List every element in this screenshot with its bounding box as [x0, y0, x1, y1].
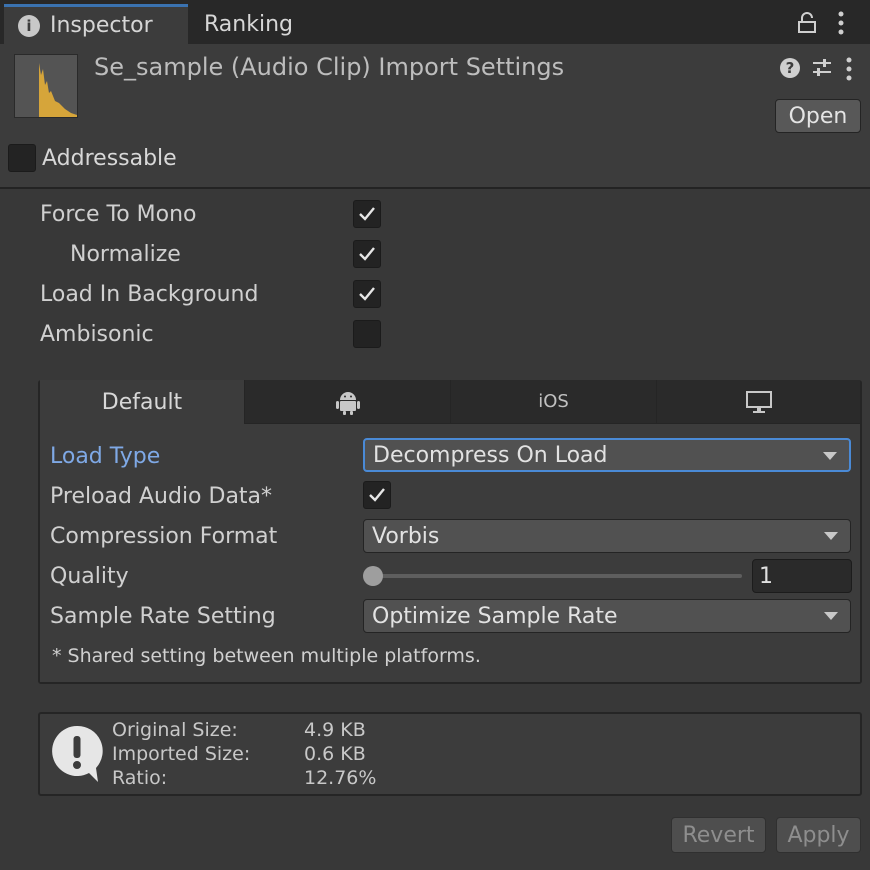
presets-icon[interactable] — [811, 57, 833, 84]
page-title: Se_sample (Audio Clip) Import Settings — [94, 53, 565, 81]
compression-format-dropdown[interactable]: Vorbis — [363, 519, 851, 553]
android-icon — [335, 391, 360, 415]
tab-inspector-label: Inspector — [50, 13, 153, 38]
original-size-value: 4.9 KB — [304, 719, 366, 741]
help-icon[interactable]: ? — [779, 57, 801, 84]
platform-tab-default-label: Default — [101, 389, 183, 415]
chevron-down-icon — [824, 532, 838, 540]
checkmark-icon — [369, 488, 385, 502]
imported-size-value: 0.6 KB — [304, 743, 366, 765]
platform-tab-ios-label: iOS — [538, 391, 569, 412]
chevron-down-icon — [823, 452, 837, 460]
quality-slider-handle[interactable] — [363, 566, 383, 586]
load-in-background-checkbox[interactable] — [353, 280, 381, 308]
revert-button[interactable]: Revert — [671, 817, 766, 853]
audio-waveform-thumbnail — [14, 54, 78, 118]
ratio-label: Ratio: — [112, 767, 168, 789]
monitor-icon — [745, 390, 772, 413]
header-menu-icon[interactable] — [844, 57, 854, 86]
preload-audio-checkbox[interactable] — [363, 481, 391, 509]
info-icon: i — [18, 14, 40, 37]
open-button[interactable]: Open — [775, 99, 861, 133]
preload-audio-label: Preload Audio Data* — [50, 484, 273, 509]
compression-format-label: Compression Format — [50, 524, 278, 549]
addressable-label: Addressable — [42, 146, 177, 171]
quality-slider-track[interactable] — [372, 574, 742, 578]
platform-tab-default[interactable]: Default — [40, 380, 245, 424]
addressable-checkbox[interactable] — [8, 144, 36, 172]
apply-button[interactable]: Apply — [776, 817, 861, 853]
tab-menu-icon[interactable] — [836, 10, 846, 41]
load-type-dropdown[interactable]: Decompress On Load — [363, 438, 851, 472]
load-in-background-label: Load In Background — [40, 282, 259, 307]
load-type-label: Load Type — [50, 444, 161, 469]
ambisonic-label: Ambisonic — [40, 322, 154, 347]
ambisonic-checkbox[interactable] — [353, 320, 381, 348]
checkmark-icon — [359, 207, 375, 221]
tab-ranking[interactable]: Ranking — [190, 4, 340, 44]
tab-inspector[interactable]: i Inspector — [4, 4, 188, 44]
imported-size-label: Imported Size: — [112, 743, 251, 765]
platform-tab-android[interactable] — [245, 380, 451, 424]
info-bubble-icon — [50, 724, 104, 789]
chevron-down-icon — [824, 612, 838, 620]
sample-rate-dropdown[interactable]: Optimize Sample Rate — [363, 599, 851, 633]
shared-setting-note: * Shared setting between multiple platfo… — [52, 645, 481, 667]
lock-icon[interactable] — [796, 12, 818, 39]
platform-tab-ios[interactable]: iOS — [451, 380, 657, 424]
quality-input[interactable]: 1 — [752, 559, 852, 593]
checkmark-icon — [359, 247, 375, 261]
original-size-label: Original Size: — [112, 719, 238, 741]
tab-ranking-label: Ranking — [204, 11, 293, 37]
sample-rate-value: Optimize Sample Rate — [372, 603, 618, 629]
platform-tab-standalone[interactable] — [657, 380, 860, 424]
normalize-checkbox[interactable] — [353, 240, 381, 268]
load-type-value: Decompress On Load — [373, 442, 608, 468]
force-to-mono-label: Force To Mono — [40, 202, 197, 227]
svg-text:?: ? — [786, 59, 795, 77]
ratio-value: 12.76% — [304, 767, 377, 789]
force-to-mono-checkbox[interactable] — [353, 200, 381, 228]
sample-rate-label: Sample Rate Setting — [50, 604, 276, 629]
compression-format-value: Vorbis — [372, 523, 440, 549]
checkmark-icon — [359, 287, 375, 301]
normalize-label: Normalize — [70, 242, 181, 267]
quality-label: Quality — [50, 564, 129, 589]
